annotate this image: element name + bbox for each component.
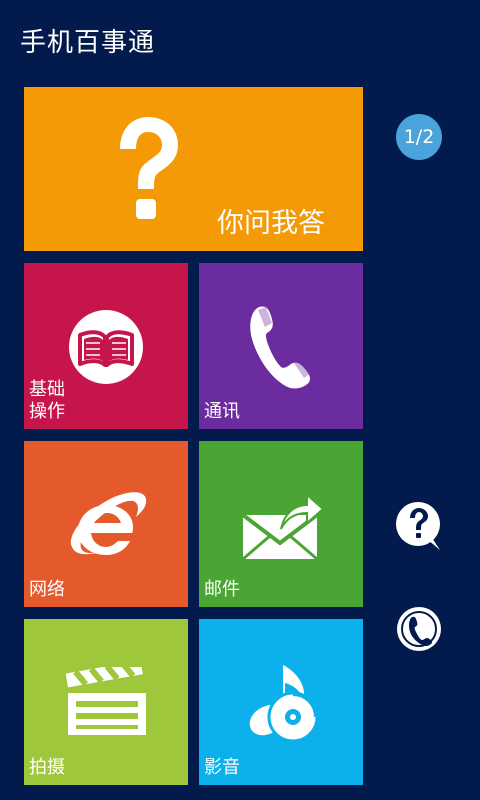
phone-icon <box>250 306 311 389</box>
tile-qa[interactable]: 你问我答 <box>24 87 363 251</box>
tile-network[interactable]: 网络 <box>24 441 188 607</box>
book-icon <box>69 310 143 384</box>
browser-e-icon <box>70 492 147 555</box>
tile-basic-label: 基础 操作 <box>29 379 65 422</box>
tile-shooting[interactable]: 拍摄 <box>24 619 188 785</box>
tile-media-label: 影音 <box>204 757 240 778</box>
app-title: 手机百事通 <box>20 28 156 58</box>
clapperboard-icon <box>66 667 146 735</box>
tile-mail[interactable]: 邮件 <box>199 441 363 607</box>
music-disc-icon <box>249 665 319 743</box>
page-indicator: 1/2 <box>396 114 442 160</box>
question-mark-icon <box>120 117 178 219</box>
phone-circle-icon[interactable] <box>394 604 444 654</box>
tile-shoot-label: 拍摄 <box>29 757 65 778</box>
tile-communication[interactable]: 通讯 <box>199 263 363 429</box>
tile-mail-label: 邮件 <box>204 579 240 600</box>
tile-net-label: 网络 <box>29 579 65 600</box>
question-bubble-icon[interactable] <box>392 500 446 552</box>
tile-comm-label: 通讯 <box>204 401 240 422</box>
tile-basic-operation[interactable]: 基础 操作 <box>24 263 188 429</box>
envelope-forward-icon <box>241 493 323 561</box>
tile-qa-label: 你问我答 <box>217 208 325 239</box>
tile-media[interactable]: 影音 <box>199 619 363 785</box>
